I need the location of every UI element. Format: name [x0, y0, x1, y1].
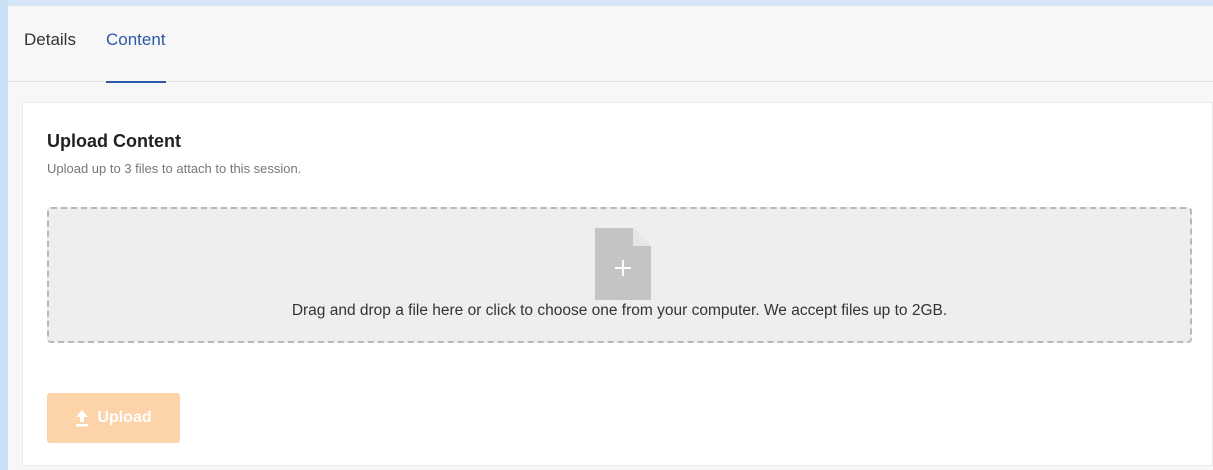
- section-subtitle: Upload up to 3 files to attach to this s…: [47, 161, 302, 176]
- tab-content[interactable]: Content: [105, 20, 166, 83]
- upload-button[interactable]: Upload: [47, 393, 180, 443]
- tab-bar: Details Content: [8, 20, 1213, 83]
- file-add-icon: [595, 228, 651, 300]
- upload-content-card: Upload Content Upload up to 3 files to a…: [22, 102, 1213, 466]
- section-title: Upload Content: [47, 131, 181, 151]
- file-dropzone[interactable]: Drag and drop a file here or click to ch…: [47, 207, 1192, 343]
- upload-arrow-icon: [76, 410, 89, 427]
- upload-button-label: Upload: [97, 409, 152, 426]
- tab-details[interactable]: Details: [24, 20, 76, 82]
- dropzone-instructions: Drag and drop a file here or click to ch…: [291, 302, 948, 319]
- app-window: Details Content Upload Content Upload up…: [8, 0, 1213, 470]
